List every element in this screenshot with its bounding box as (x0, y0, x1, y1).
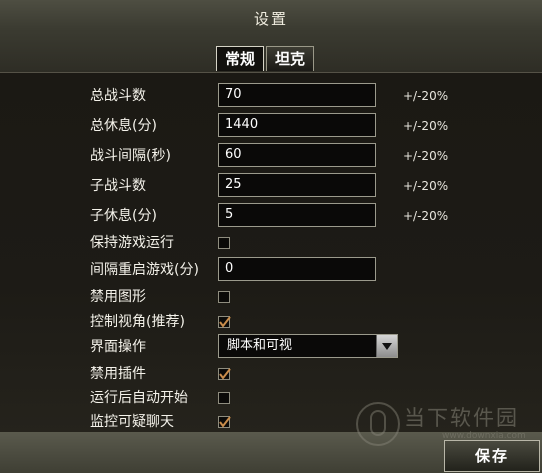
watermark-text: 当下软件园 (404, 406, 519, 430)
total-rest-input[interactable]: 1440 (218, 113, 376, 137)
settings-panel: 总战斗数 70 +/-20% 总休息(分) 1440 +/-20% 战斗间隔(秒… (0, 72, 542, 433)
sub-battles-range: +/-20% (403, 179, 449, 193)
row-control-view: 控制视角(推荐) (0, 309, 542, 335)
tab-tank[interactable]: 坦克 (266, 46, 315, 71)
row-sub-battles: 子战斗数 25 +/-20% (0, 173, 542, 199)
title-bar: 设置 常规 坦克 (0, 0, 542, 72)
sub-battles-label: 子战斗数 (90, 178, 146, 194)
monitor-chat-checkbox[interactable] (218, 416, 231, 428)
checkmark-icon (219, 316, 231, 328)
row-sub-rest: 子休息(分) 5 +/-20% (0, 203, 542, 229)
row-disable-plugins: 禁用插件 (0, 361, 542, 387)
sub-rest-label: 子休息(分) (90, 208, 157, 224)
sub-rest-range: +/-20% (403, 209, 449, 223)
row-total-rest: 总休息(分) 1440 +/-20% (0, 113, 542, 139)
disable-plugins-label: 禁用插件 (90, 366, 146, 382)
control-view-label: 控制视角(推荐) (90, 314, 185, 330)
battle-interval-range: +/-20% (403, 149, 449, 163)
keep-running-label: 保持游戏运行 (90, 235, 174, 251)
total-rest-label: 总休息(分) (90, 118, 157, 134)
disable-graphics-checkbox[interactable] (218, 291, 230, 303)
total-battles-label: 总战斗数 (90, 88, 146, 104)
row-ui-operation: 界面操作 脚本和可视 (0, 334, 542, 360)
auto-start-label: 运行后自动开始 (90, 390, 188, 406)
row-restart-interval: 间隔重启游戏(分) 0 (0, 257, 542, 283)
sub-rest-input[interactable]: 5 (218, 203, 376, 227)
control-view-checkbox[interactable] (218, 316, 231, 328)
battle-interval-label: 战斗间隔(秒) (90, 148, 171, 164)
sub-battles-input[interactable]: 25 (218, 173, 376, 197)
row-total-battles: 总战斗数 70 +/-20% (0, 83, 542, 109)
row-disable-graphics: 禁用图形 (0, 284, 542, 310)
ui-operation-label: 界面操作 (90, 339, 146, 355)
window-title: 设置 (253, 10, 288, 28)
battle-interval-input[interactable]: 60 (218, 143, 376, 167)
chevron-down-icon[interactable] (376, 335, 397, 357)
ui-operation-value: 脚本和可视 (227, 338, 293, 353)
keep-running-checkbox[interactable] (218, 237, 230, 249)
disable-graphics-label: 禁用图形 (90, 289, 146, 305)
watermark-logo-icon (356, 402, 400, 446)
restart-interval-label: 间隔重启游戏(分) (90, 262, 199, 278)
row-keep-running: 保持游戏运行 (0, 230, 542, 256)
row-battle-interval: 战斗间隔(秒) 60 +/-20% (0, 143, 542, 169)
tab-strip: 常规 坦克 (216, 46, 315, 71)
ui-operation-select[interactable]: 脚本和可视 (218, 334, 398, 358)
total-battles-input[interactable]: 70 (218, 83, 376, 107)
disable-plugins-checkbox[interactable] (218, 368, 231, 380)
checkmark-icon (219, 368, 231, 380)
checkmark-icon (219, 416, 231, 428)
total-battles-range: +/-20% (403, 89, 449, 103)
auto-start-checkbox[interactable] (218, 392, 230, 404)
tab-general[interactable]: 常规 (216, 46, 265, 71)
save-button[interactable]: 保存 (444, 440, 540, 472)
restart-interval-input[interactable]: 0 (218, 257, 376, 281)
total-rest-range: +/-20% (403, 119, 449, 133)
